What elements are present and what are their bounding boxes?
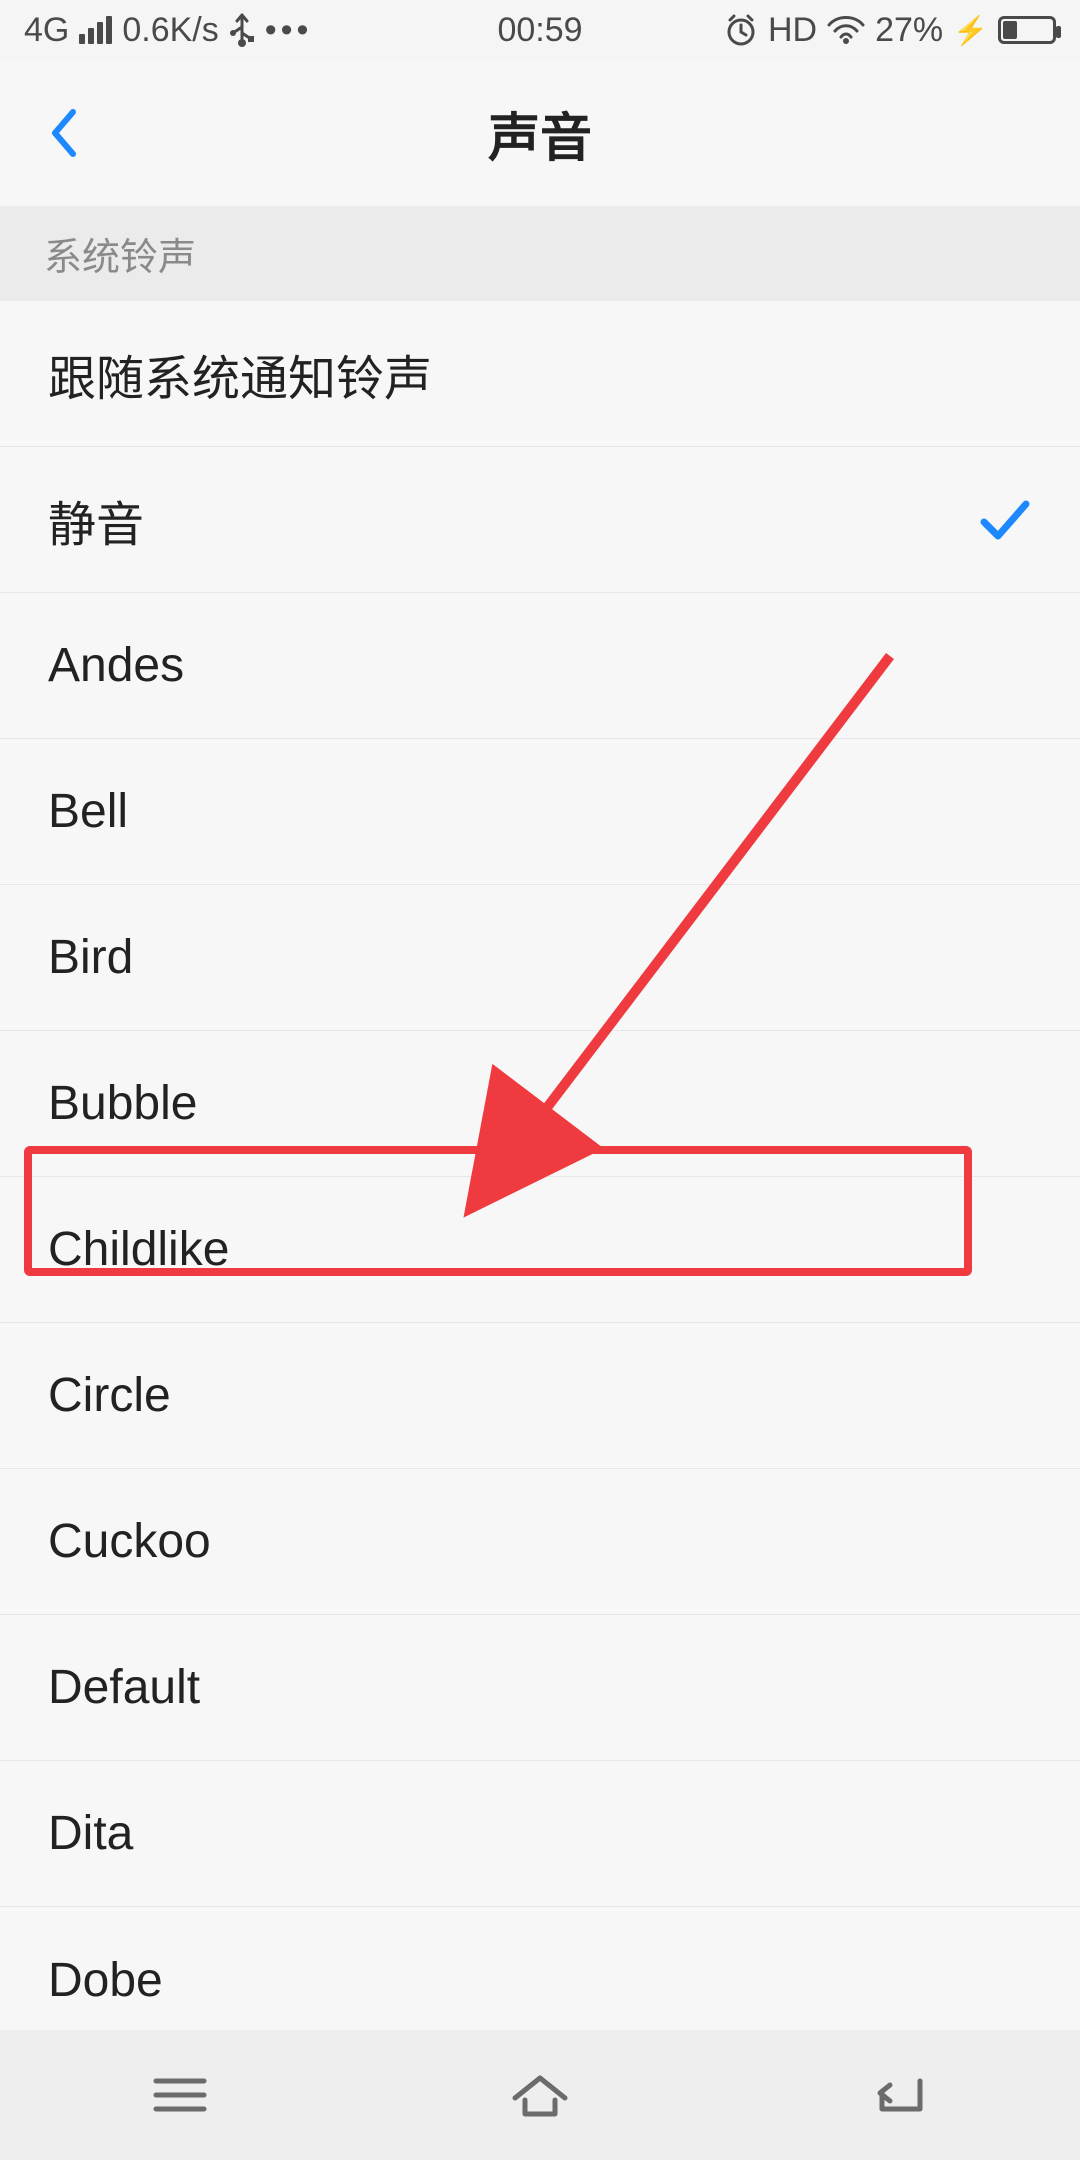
- sound-item-childlike[interactable]: Childlike: [0, 1177, 1080, 1323]
- sound-item-default[interactable]: Default: [0, 1615, 1080, 1761]
- sound-item-dita[interactable]: Dita: [0, 1761, 1080, 1907]
- status-left: 4G 0.6K/s •••: [24, 11, 312, 50]
- sound-item-label: Bubble: [48, 1076, 197, 1131]
- sound-list: 跟随系统通知铃声 静音 Andes Bell Bird Bubble Child…: [0, 301, 1080, 2053]
- sound-item-bubble[interactable]: Bubble: [0, 1031, 1080, 1177]
- more-icon: •••: [265, 11, 313, 50]
- network-label: 4G: [24, 11, 69, 50]
- section-header: 系统铃声: [0, 206, 1080, 301]
- usb-icon: [229, 13, 255, 47]
- sound-item-label: Andes: [48, 638, 184, 693]
- status-time: 00:59: [497, 11, 582, 50]
- sound-item-label: 静音: [48, 485, 144, 555]
- page-header: 声音: [0, 60, 1080, 206]
- wifi-icon: [827, 15, 865, 45]
- sound-item-cuckoo[interactable]: Cuckoo: [0, 1469, 1080, 1615]
- sound-item-label: Circle: [48, 1368, 171, 1423]
- sound-item-label: Default: [48, 1660, 200, 1715]
- data-speed: 0.6K/s: [122, 11, 218, 50]
- back-button[interactable]: [34, 103, 94, 163]
- signal-icon: [79, 16, 112, 44]
- battery-icon: [998, 16, 1056, 44]
- sound-item-label: Bird: [48, 930, 133, 985]
- sound-item-mute[interactable]: 静音: [0, 447, 1080, 593]
- home-button[interactable]: [480, 2055, 600, 2135]
- alarm-icon: [724, 13, 758, 47]
- recent-apps-button[interactable]: [120, 2055, 240, 2135]
- status-right: HD 27% ⚡: [724, 11, 1056, 50]
- back-nav-button[interactable]: [840, 2055, 960, 2135]
- sound-item-bird[interactable]: Bird: [0, 885, 1080, 1031]
- sound-item-label: Childlike: [48, 1222, 229, 1277]
- hd-label: HD: [768, 11, 817, 50]
- system-nav-bar: [0, 2030, 1080, 2160]
- sound-item-label: Cuckoo: [48, 1514, 211, 1569]
- battery-percent: 27%: [875, 11, 943, 50]
- sound-item-bell[interactable]: Bell: [0, 739, 1080, 885]
- page-title: 声音: [488, 96, 592, 171]
- sound-item-label: 跟随系统通知铃声: [48, 339, 432, 409]
- sound-item-circle[interactable]: Circle: [0, 1323, 1080, 1469]
- check-icon: [976, 492, 1032, 548]
- sound-item-label: Dobe: [48, 1953, 163, 2008]
- sound-item-andes[interactable]: Andes: [0, 593, 1080, 739]
- charging-icon: ⚡: [953, 14, 988, 47]
- status-bar: 4G 0.6K/s ••• 00:59 HD 27% ⚡: [0, 0, 1080, 60]
- sound-item-follow-system[interactable]: 跟随系统通知铃声: [0, 301, 1080, 447]
- sound-item-label: Bell: [48, 784, 128, 839]
- sound-item-label: Dita: [48, 1806, 133, 1861]
